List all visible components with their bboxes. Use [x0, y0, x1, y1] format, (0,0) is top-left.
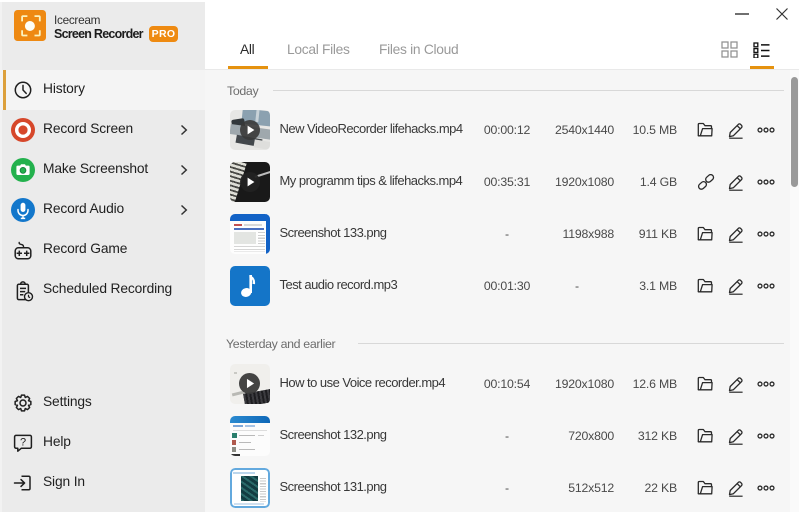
svg-text:?: ? — [19, 437, 25, 449]
